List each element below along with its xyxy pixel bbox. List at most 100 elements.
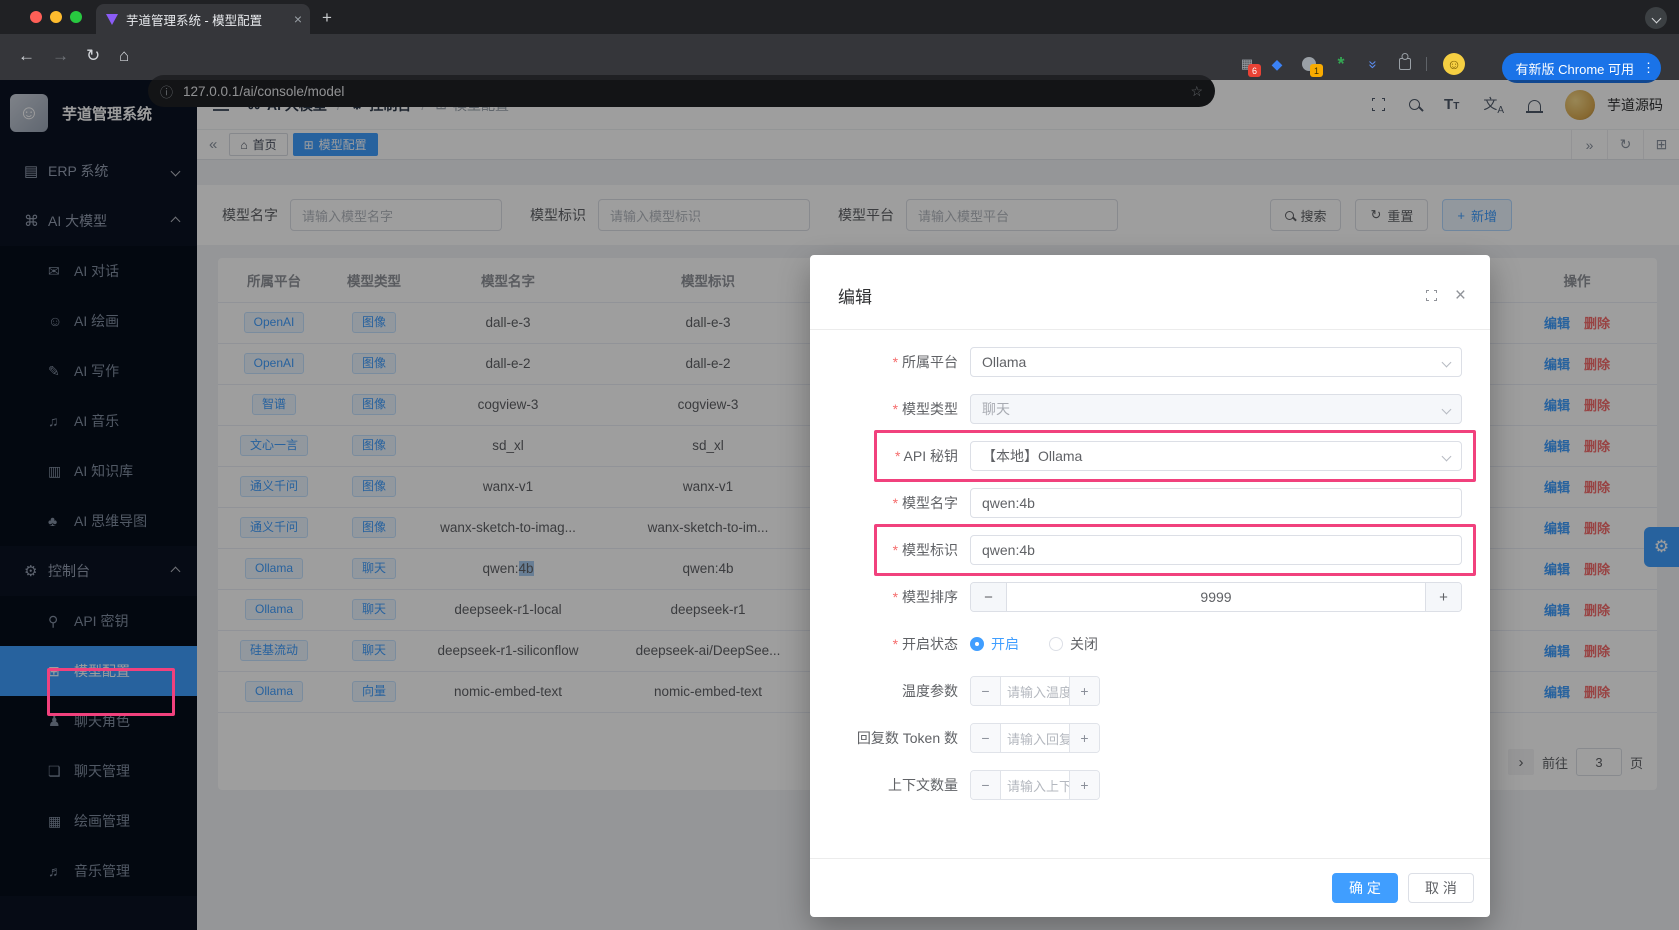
form-control-model-name: qwen:4b: [970, 488, 1462, 518]
select-value: Ollama: [982, 354, 1026, 370]
radio-label: 开启: [991, 634, 1019, 654]
decrease-button[interactable]: −: [971, 583, 1007, 611]
select-value: 【本地】Ollama: [982, 446, 1082, 466]
form-row-model-type: 模型类型聊天: [838, 394, 1462, 424]
platform-select[interactable]: Ollama: [970, 347, 1462, 377]
radio-dot: [970, 637, 984, 651]
status-radio-group: 开启 关闭: [970, 634, 1098, 654]
confirm-button[interactable]: 确 定: [1332, 873, 1398, 903]
extension-badge: 6: [1248, 64, 1261, 77]
form-label-status: 开启状态: [838, 634, 970, 654]
radio-label: 关闭: [1070, 634, 1098, 654]
radio-dot: [1049, 637, 1063, 651]
form-row-model-name: 模型名字 qwen:4b: [838, 488, 1462, 518]
form-control-max-tokens: −请输入回复+: [970, 723, 1462, 753]
form-label-max-contexts: 上下文数量: [838, 775, 970, 795]
form-label-model-identifier: 模型标识: [838, 540, 970, 560]
chrome-update-label: 有新版 Chrome 可用: [1516, 59, 1634, 78]
input-value: qwen:4b: [982, 542, 1035, 558]
select-value: 聊天: [982, 399, 1010, 419]
browser-menu-icon[interactable]: ⋮: [1642, 60, 1655, 76]
dialog-fullscreen-icon[interactable]: [1426, 290, 1437, 301]
tab-close-icon[interactable]: ×: [294, 11, 302, 27]
browser-toolbar: ← → ↻ ⌂ ⓘ 127.0.0.1/ai/console/model ☆ ▦…: [0, 34, 1679, 80]
form-control-model-type: 聊天: [970, 394, 1462, 424]
decrease-button[interactable]: −: [971, 771, 1001, 799]
form-row-platform: 所属平台 Ollama: [838, 347, 1462, 377]
model-sort-stepper: −9999+: [970, 582, 1462, 612]
forward-button[interactable]: →: [52, 46, 69, 66]
max-contexts-stepper: −请输入上下+: [970, 770, 1100, 800]
form-control-temperature: −请输入温度+: [970, 676, 1462, 706]
new-tab-button[interactable]: +: [322, 8, 332, 28]
form-control-api-key: 【本地】Ollama: [970, 441, 1462, 471]
chrome-update-button[interactable]: 有新版 Chrome 可用 ⋮: [1502, 53, 1661, 83]
decrease-button[interactable]: −: [971, 724, 1001, 752]
radio-option-关闭[interactable]: 关闭: [1049, 634, 1098, 654]
dialog-close-icon[interactable]: ×: [1455, 286, 1466, 305]
form-label-model-type: 模型类型: [838, 399, 970, 419]
tab-search-button[interactable]: [1645, 7, 1667, 29]
form-row-temperature: 温度参数−请输入温度+: [838, 676, 1462, 706]
browser-tab-title: 芋道管理系统 - 模型配置: [126, 10, 288, 29]
dialog-title: 编辑: [838, 283, 872, 308]
increase-button[interactable]: +: [1425, 583, 1461, 611]
chevron-down-icon: [1442, 404, 1452, 414]
chevron-down-icon: [1442, 451, 1452, 461]
radio-option-开启[interactable]: 开启: [970, 634, 1019, 654]
decrease-button[interactable]: −: [971, 677, 1001, 705]
stepper-placeholder: 请输入温度: [1001, 677, 1069, 705]
form-control-max-contexts: −请输入上下+: [970, 770, 1462, 800]
form-label-api-key: API 秘钥: [838, 446, 970, 466]
input-value: qwen:4b: [982, 495, 1035, 511]
form-row-api-key: API 秘钥【本地】Ollama: [838, 441, 1462, 471]
max-tokens-stepper: −请输入回复+: [970, 723, 1100, 753]
stepper-value: 9999: [1007, 583, 1425, 611]
form-control-model-sort: −9999+: [970, 582, 1462, 612]
extension-chevrons-icon[interactable]: »: [1364, 55, 1382, 73]
increase-button[interactable]: +: [1069, 677, 1099, 705]
back-button[interactable]: ←: [18, 46, 35, 66]
increase-button[interactable]: +: [1069, 771, 1099, 799]
form-row-model-sort: 模型排序−9999+: [838, 582, 1462, 612]
form-row-status: 开启状态 开启 关闭: [838, 629, 1462, 659]
form-row-model-identifier: 模型标识 qwen:4b: [838, 535, 1462, 565]
stepper-placeholder: 请输入上下: [1001, 771, 1069, 799]
extension-star-icon[interactable]: *: [1332, 55, 1350, 73]
extensions-puzzle-icon[interactable]: [1396, 55, 1414, 73]
dialog-footer: 确 定 取 消: [810, 858, 1490, 917]
browser-tabstrip: 芋道管理系统 - 模型配置 × +: [0, 0, 1679, 34]
extension-grid-icon[interactable]: ▦6: [1238, 55, 1256, 73]
home-button[interactable]: ⌂: [119, 46, 129, 66]
site-favicon: [106, 14, 118, 25]
increase-button[interactable]: +: [1069, 724, 1099, 752]
dialog-header: 编辑 ×: [810, 255, 1490, 329]
close-window-button[interactable]: [30, 11, 42, 23]
form-label-temperature: 温度参数: [838, 681, 970, 701]
application-window: 芋道管理系统 - 模型配置 × + ← → ↻ ⌂ ⓘ 127.0.0.1/ai…: [0, 0, 1679, 930]
extension-circle-icon[interactable]: 1: [1300, 55, 1318, 73]
stepper-placeholder: 请输入回复: [1001, 724, 1069, 752]
model-name-input[interactable]: qwen:4b: [970, 488, 1462, 518]
cancel-button[interactable]: 取 消: [1408, 873, 1474, 903]
browser-tab[interactable]: 芋道管理系统 - 模型配置 ×: [96, 4, 310, 34]
form-label-platform: 所属平台: [838, 352, 970, 372]
profile-avatar[interactable]: ☺: [1443, 53, 1465, 75]
form-label-max-tokens: 回复数 Token 数: [838, 728, 970, 748]
minimize-window-button[interactable]: [50, 11, 62, 23]
form-row-max-tokens: 回复数 Token 数−请输入回复+: [838, 723, 1462, 753]
form-control-model-identifier: qwen:4b: [970, 535, 1462, 565]
chevron-down-icon: [1651, 13, 1661, 23]
model-type-select: 聊天: [970, 394, 1462, 424]
form-control-platform: Ollama: [970, 347, 1462, 377]
form-label-model-name: 模型名字: [838, 493, 970, 513]
extension-diamond-icon[interactable]: ◆: [1268, 55, 1286, 73]
zoom-window-button[interactable]: [70, 11, 82, 23]
edit-model-dialog: 编辑 × 所属平台 Ollama 模型类型聊天 API 秘钥【本地】Ollama 模型名…: [810, 255, 1490, 917]
form-label-model-sort: 模型排序: [838, 587, 970, 607]
api-key-select[interactable]: 【本地】Ollama: [970, 441, 1462, 471]
temperature-stepper: −请输入温度+: [970, 676, 1100, 706]
model-identifier-input[interactable]: qwen:4b: [970, 535, 1462, 565]
toolbar-divider: [1426, 57, 1427, 71]
reload-button[interactable]: ↻: [86, 46, 100, 66]
